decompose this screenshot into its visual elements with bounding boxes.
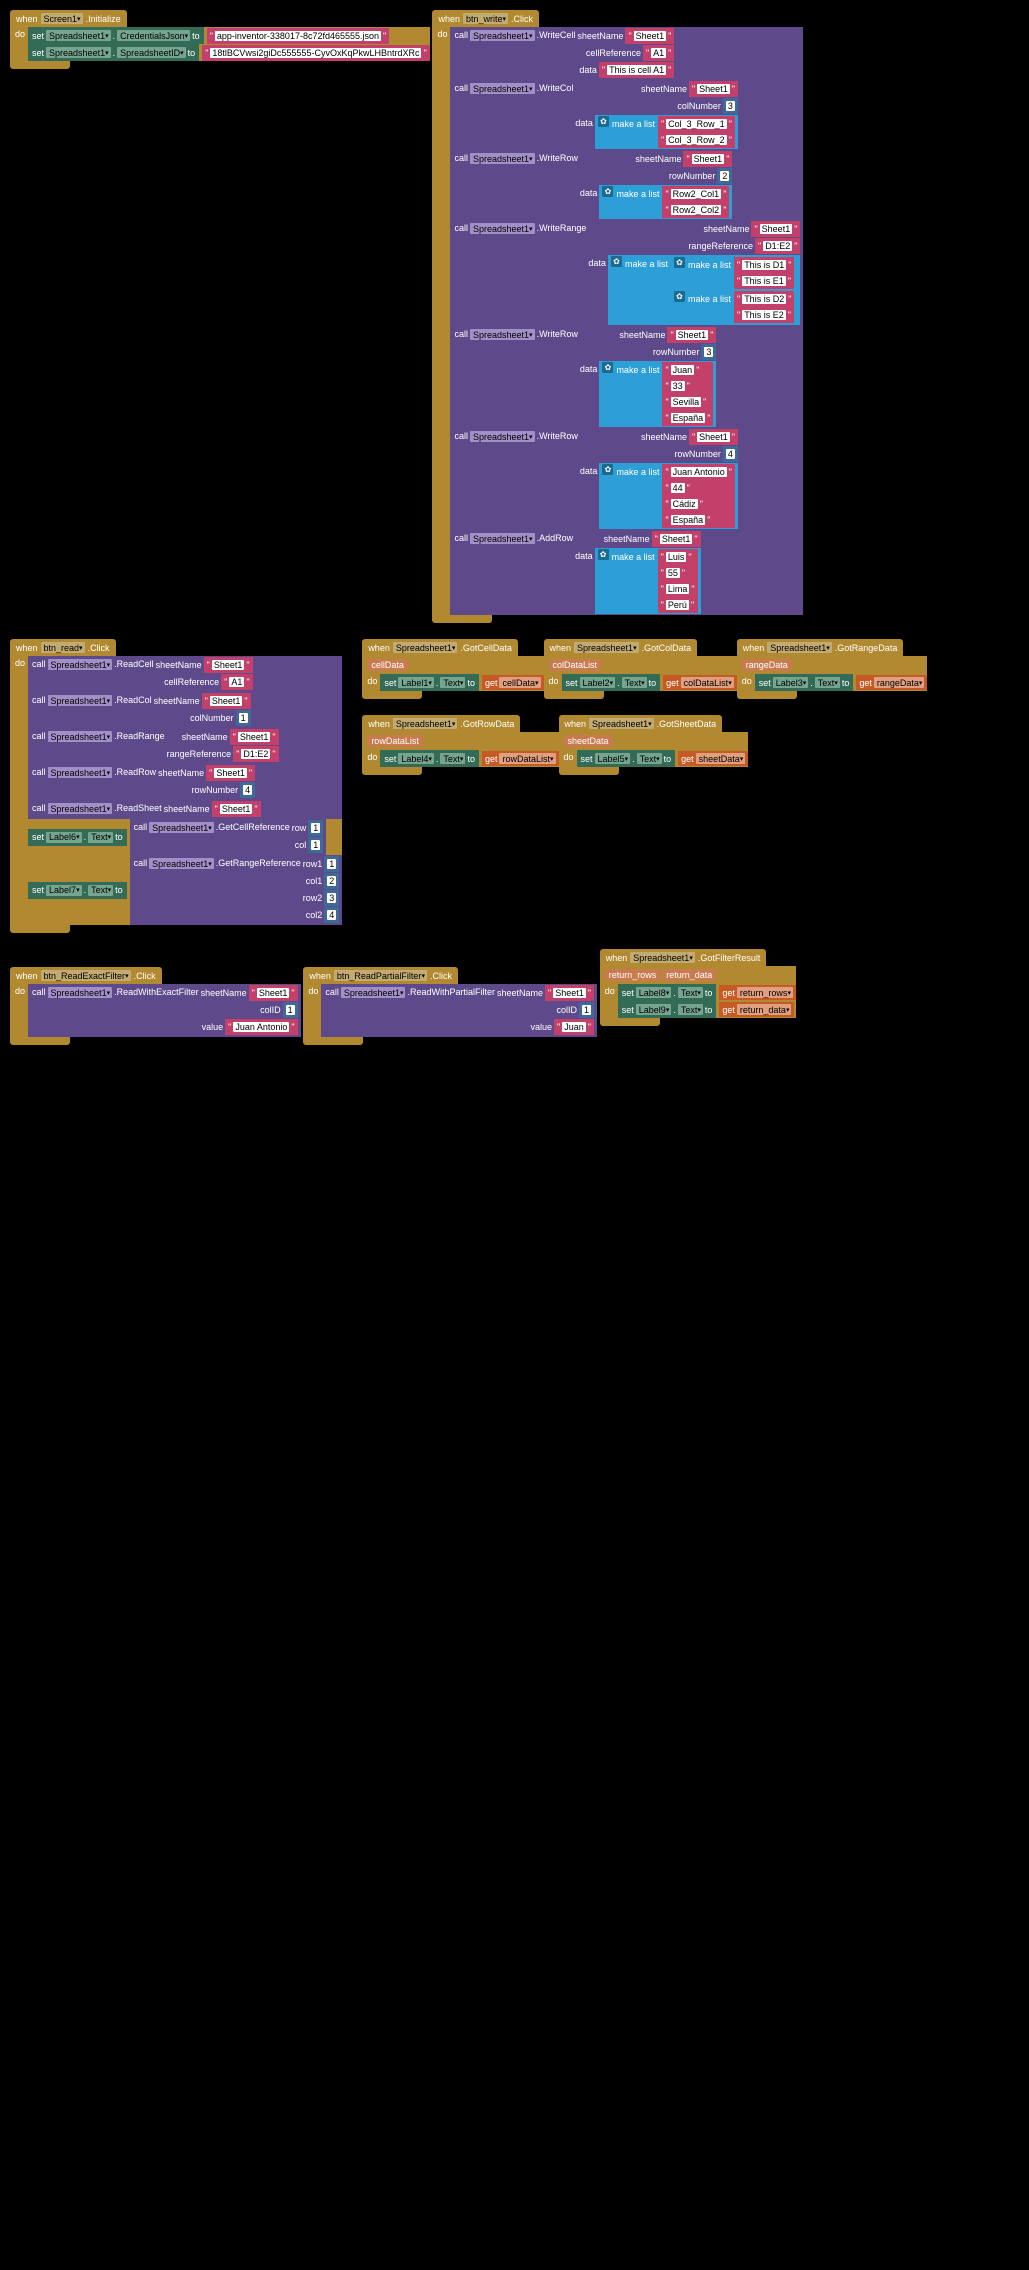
set-label4-text[interactable]: setLabel4.Textto (380, 750, 479, 767)
call-writerow[interactable]: call Spreadsheet1 .WriteRow sheetName"Sh… (450, 428, 803, 530)
set-label3-text[interactable]: setLabel3.Textto (755, 674, 854, 691)
when-btn-read-click[interactable]: when btn_read .Click do callSpreadsheet1… (10, 639, 342, 933)
get-variable[interactable]: getcellData (482, 675, 544, 690)
event-param[interactable]: rangeData (742, 659, 792, 671)
gear-icon[interactable]: ✿ (674, 291, 685, 302)
gear-icon[interactable]: ✿ (598, 116, 609, 127)
gear-icon[interactable]: ✿ (602, 362, 613, 373)
when-gotcelldata[interactable]: whenSpreadsheet1.GotCellData cellData do… (362, 639, 543, 699)
set-label9-text[interactable]: setLabel9.Textto (618, 1001, 717, 1018)
component-dd[interactable]: Screen1 (41, 13, 83, 24)
event-param[interactable]: cellData (367, 659, 408, 671)
call-readcol[interactable]: callSpreadsheet1.ReadCol sheetName"Sheet… (28, 692, 342, 728)
call-writecell[interactable]: call Spreadsheet1 .WriteCell sheetName"S… (450, 27, 803, 80)
get-variable[interactable]: getcolDataList (663, 675, 737, 690)
get-variable[interactable]: getrowDataList (482, 751, 559, 766)
call-readrange[interactable]: callSpreadsheet1.ReadRange sheetName"She… (28, 728, 342, 764)
call-getrangereference[interactable]: callSpreadsheet1.GetRangeReference row11… (130, 855, 343, 925)
call-readwithpartialfilter[interactable]: callSpreadsheet1.ReadWithPartialFilter s… (321, 984, 597, 1037)
when-gotrowdata[interactable]: whenSpreadsheet1.GotRowData rowDataList … (362, 715, 558, 775)
get-variable[interactable]: getreturn_data (719, 1002, 794, 1017)
when-readexactfilter-click[interactable]: whenbtn_ReadExactFilter.Click do callSpr… (10, 967, 301, 1045)
call-readwithexactfilter[interactable]: callSpreadsheet1.ReadWithExactFilter she… (28, 984, 301, 1037)
set-label6-text[interactable]: setLabel6.Textto (28, 829, 127, 846)
call-writerange[interactable]: call Spreadsheet1 .WriteRange sheetName"… (450, 220, 803, 326)
call-writecol[interactable]: call Spreadsheet1 .WriteCol sheetName"Sh… (450, 80, 803, 150)
when-btn-write-click[interactable]: when btn_write .Click do call Spreadshee… (432, 10, 803, 623)
set-credentialsjson[interactable]: set Spreadsheet1. CredentialsJson to (28, 27, 204, 44)
event-param[interactable]: sheetData (564, 735, 613, 747)
gear-icon[interactable]: ✿ (598, 549, 609, 560)
set-label5-text[interactable]: setLabel5.Textto (577, 750, 676, 767)
gear-icon[interactable]: ✿ (602, 464, 613, 475)
set-label7-text[interactable]: setLabel7.Textto (28, 882, 127, 899)
number-value[interactable]: 3 (723, 98, 738, 114)
text-value[interactable]: "This is cell A1" (599, 62, 674, 78)
event-name: .Initialize (86, 14, 121, 24)
call-readcell[interactable]: callSpreadsheet1.ReadCell sheetName"Shee… (28, 656, 342, 692)
call-writerow[interactable]: call Spreadsheet1 .WriteRow sheetName"Sh… (450, 150, 803, 220)
call-writerow[interactable]: call Spreadsheet1 .WriteRow sheetName"Sh… (450, 326, 803, 428)
do-kw: do (14, 27, 28, 61)
call-getcellreference[interactable]: callSpreadsheet1.GetCellReference row1 c… (130, 819, 327, 855)
gear-icon[interactable]: ✿ (602, 186, 613, 197)
get-variable[interactable]: getreturn_rows (719, 985, 796, 1000)
get-variable[interactable]: getrangeData (856, 675, 927, 690)
gear-icon[interactable]: ✿ (674, 257, 685, 268)
text-value[interactable]: "18tlBCVwsi2giDc555555-CyvOxKqPkwLHBntrd… (202, 45, 430, 61)
call-readrow[interactable]: callSpreadsheet1.ReadRow sheetName"Sheet… (28, 764, 342, 800)
set-spreadsheetid[interactable]: set Spreadsheet1. SpreadsheetID to (28, 44, 199, 61)
text-value[interactable]: "app-inventor-338017-8c72fd465555.json" (207, 28, 390, 44)
event-param[interactable]: return_rows (605, 969, 661, 981)
text-value[interactable]: "A1" (643, 45, 674, 61)
event-param[interactable]: rowDataList (367, 735, 423, 747)
call-readsheet[interactable]: callSpreadsheet1.ReadSheet sheetName"She… (28, 800, 342, 819)
get-variable[interactable]: getsheetData (678, 751, 748, 766)
when-gotcoldata[interactable]: whenSpreadsheet1.GotColData colDataList … (544, 639, 737, 699)
set-label2-text[interactable]: setLabel2.Textto (562, 674, 661, 691)
when-gotsheetdata[interactable]: whenSpreadsheet1.GotSheetData sheetData … (559, 715, 749, 775)
call-addrow[interactable]: call Spreadsheet1 .AddRow sheetName"Shee… (450, 530, 803, 615)
make-a-list[interactable]: ✿make a list "Col_3_Row_1" "Col_3_Row_2" (595, 115, 738, 149)
when-gotrangedata[interactable]: whenSpreadsheet1.GotRangeData rangeData … (737, 639, 928, 699)
when-kw: when (16, 14, 38, 24)
when-readpartialfilter-click[interactable]: whenbtn_ReadPartialFilter.Click do callS… (303, 967, 597, 1045)
text-value[interactable]: "Sheet1" (625, 28, 674, 44)
set-label8-text[interactable]: setLabel8.Textto (618, 984, 717, 1001)
when-gotfilterresult[interactable]: whenSpreadsheet1.GotFilterResult return_… (600, 949, 796, 1026)
gear-icon[interactable]: ✿ (611, 256, 622, 267)
event-param[interactable]: colDataList (549, 659, 602, 671)
event-param[interactable]: return_data (662, 969, 716, 981)
set-label1-text[interactable]: setLabel1.Textto (380, 674, 479, 691)
when-screen1-initialize[interactable]: when Screen1 .Initialize do set Spreadsh… (10, 10, 430, 69)
